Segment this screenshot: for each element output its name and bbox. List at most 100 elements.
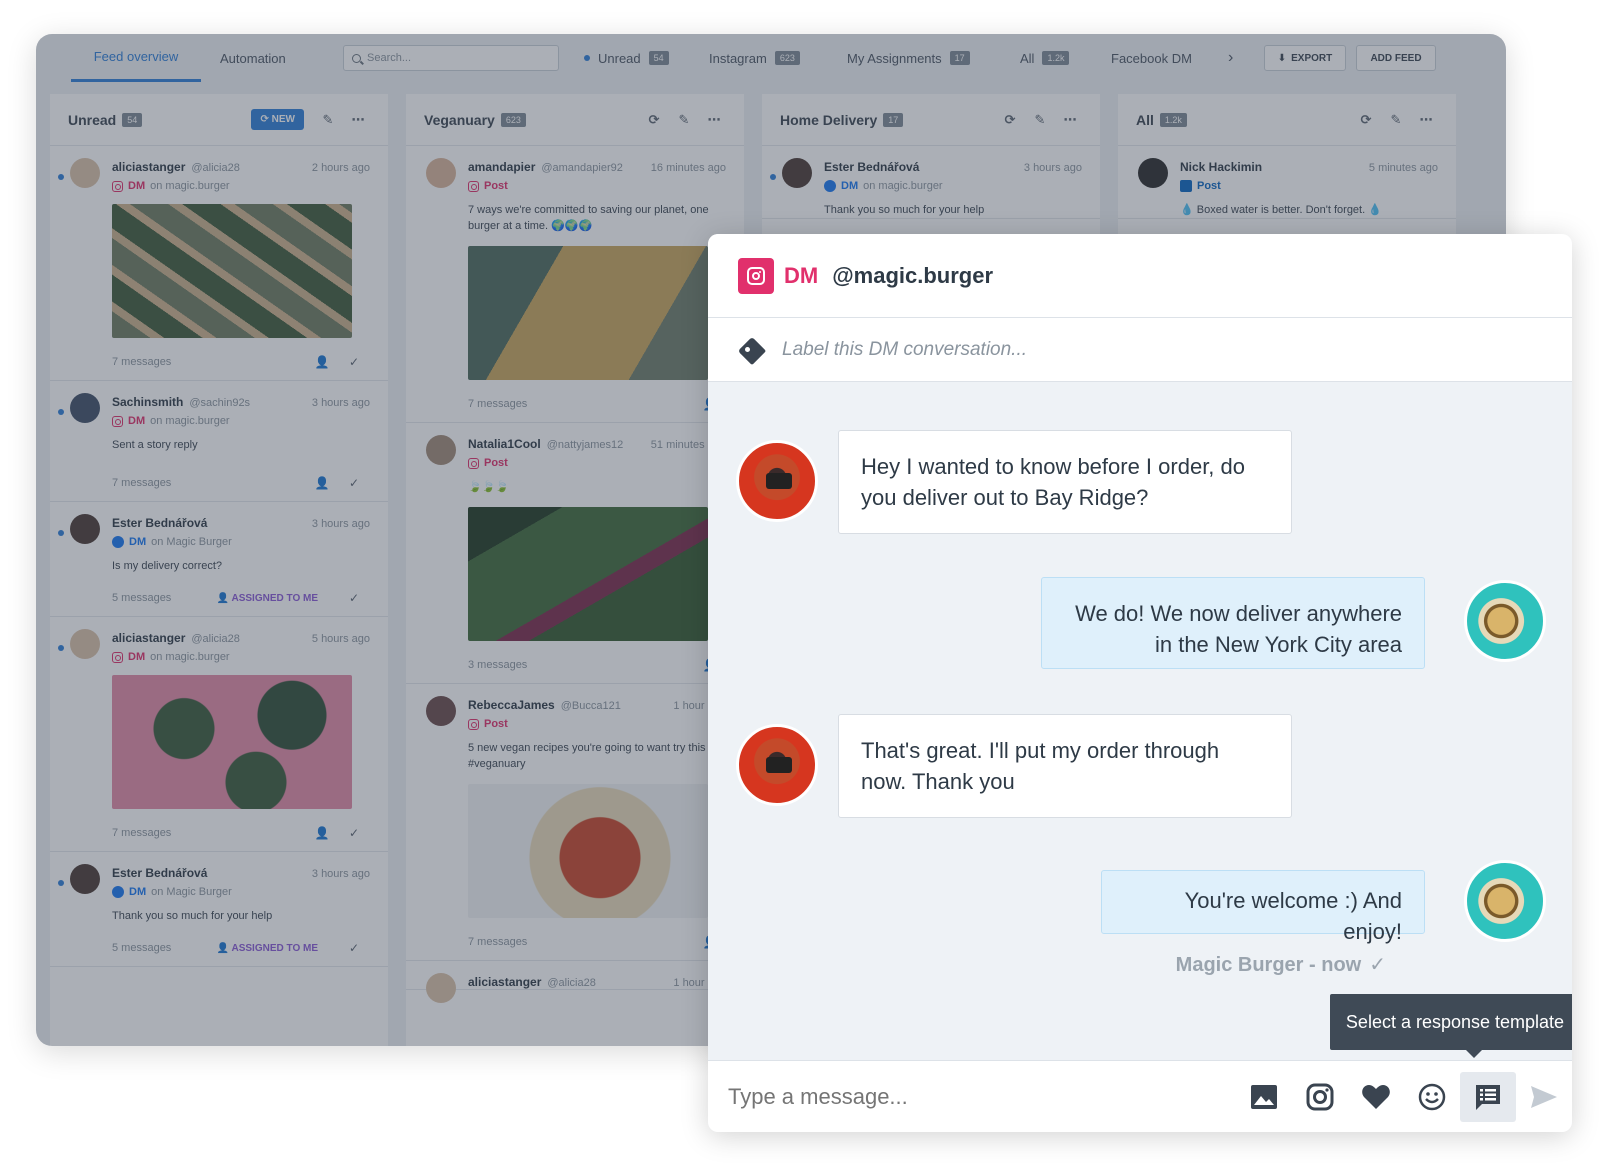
check-icon[interactable]: ✓ <box>338 941 370 955</box>
assign-user-icon[interactable]: 👤 <box>306 355 338 369</box>
author-handle: @Bucca121 <box>560 700 621 712</box>
dm-header: DM @magic.burger <box>708 234 1572 318</box>
export-button[interactable]: ⬇ EXPORT <box>1264 45 1346 71</box>
quick-tab-label: My Assignments <box>847 50 942 66</box>
feed-card[interactable]: Sachinsmith @sachin92s 3 hours ago DM on ma… <box>50 381 388 502</box>
avatar <box>426 696 456 726</box>
quick-tab-facebook-dm[interactable]: Facebook DM <box>1111 34 1192 82</box>
column-header: Veganuary 623 ⟳ ✎ ⋯ <box>406 94 744 146</box>
status-text: Magic Burger - now <box>1175 954 1362 976</box>
unread-dot-icon <box>58 880 64 886</box>
feed-card[interactable]: aliciastanger @alicia28 1 hour ago <box>406 961 744 1003</box>
linkedin-icon <box>1180 180 1192 192</box>
assign-user-icon[interactable]: 👤 <box>306 476 338 490</box>
check-icon: ✓ <box>1369 954 1386 976</box>
assigned-badge[interactable]: 👤 ASSIGNED TO ME <box>217 943 318 954</box>
response-template-button[interactable] <box>1460 1071 1516 1122</box>
unread-dot-icon <box>58 174 64 180</box>
label-conversation-input[interactable]: Label this DM conversation... <box>708 318 1572 382</box>
assigned-badge[interactable]: 👤 ASSIGNED TO ME <box>217 593 318 604</box>
facebook-icon <box>112 536 124 548</box>
refresh-icon[interactable]: ⟳ <box>1354 112 1378 128</box>
message-count: 7 messages <box>112 477 172 489</box>
export-label: EXPORT <box>1291 52 1333 64</box>
incoming-message: Hey I wanted to know before I order, do … <box>838 430 1292 534</box>
instagram-icon <box>112 415 123 427</box>
refresh-icon[interactable]: ⟳ <box>998 112 1022 128</box>
message-count: 5 messages <box>112 942 172 954</box>
more-tabs-arrow[interactable]: › <box>1228 34 1233 82</box>
template-icon <box>1476 1084 1500 1110</box>
edit-icon[interactable]: ✎ <box>1028 112 1052 128</box>
feed-card[interactable]: RebeccaJames @Bucca121 1 hour ago Post 5 n… <box>406 684 744 961</box>
check-icon[interactable]: ✓ <box>338 476 370 490</box>
feed-card[interactable]: Natalia1Cool @nattyjames12 51 minutes ago … <box>406 423 744 684</box>
check-icon[interactable]: ✓ <box>338 826 370 840</box>
feed-card[interactable]: aliciastanger @alicia28 5 hours ago DM on m… <box>50 617 388 852</box>
avatar <box>426 973 456 1003</box>
quick-tab-label: Facebook DM <box>1111 50 1192 66</box>
add-feed-button[interactable]: ADD FEED <box>1356 45 1436 71</box>
account-ref: on magic.burger <box>863 180 943 192</box>
customer-avatar <box>736 440 818 522</box>
column-header: Unread 54 ⟳ NEW ✎ ⋯ <box>50 94 388 146</box>
count-badge: 1.2k <box>1159 112 1187 127</box>
unread-dot-icon <box>58 645 64 651</box>
timestamp: 3 hours ago <box>1023 162 1082 174</box>
search-input[interactable]: Search... <box>343 45 559 71</box>
author-handle: @sachin92s <box>189 397 251 409</box>
tab-feed-overview[interactable]: Feed overview <box>71 34 201 82</box>
unread-dot-icon <box>58 409 64 415</box>
post-text: 💧 Boxed water is better. Don't forget. 💧 <box>1180 204 1382 216</box>
quick-tab-all[interactable]: All 1.2k <box>1020 34 1070 82</box>
post-image[interactable] <box>468 784 708 918</box>
quick-tab-unread[interactable]: Unread 54 <box>584 34 669 82</box>
tab-automation[interactable]: Automation <box>220 34 286 82</box>
edit-icon[interactable]: ✎ <box>672 112 696 128</box>
emoji-button[interactable] <box>1404 1072 1460 1122</box>
feed-card[interactable]: aliciastanger @alicia28 2 hours ago DM on m… <box>50 146 388 381</box>
feed-card[interactable]: Nick Hackimin 5 minutes ago Post 💧 Boxed … <box>1118 146 1456 219</box>
outgoing-message: You're welcome :) And enjoy! <box>1101 870 1425 944</box>
message-input[interactable] <box>728 1083 1236 1110</box>
edit-icon[interactable]: ✎ <box>1384 112 1408 128</box>
count-badge: 1.2k <box>1042 51 1070 65</box>
column-title: Veganuary <box>424 111 495 128</box>
send-button[interactable] <box>1516 1072 1572 1122</box>
attach-image-button[interactable] <box>1236 1072 1292 1122</box>
feed-card[interactable]: Ester Bednářová 3 hours ago DM on Magic Bu… <box>50 502 388 617</box>
search-icon <box>352 53 361 63</box>
check-icon[interactable]: ✓ <box>338 355 370 369</box>
message-text: That's great. I'll put my order through … <box>861 738 1220 794</box>
refresh-icon[interactable]: ⟳ <box>642 112 666 128</box>
more-icon[interactable]: ⋯ <box>1414 112 1438 128</box>
author-name: aliciastanger <box>468 975 542 989</box>
feed-card[interactable]: Ester Bednářová 3 hours ago DM on magic.bu… <box>762 146 1100 219</box>
edit-icon[interactable]: ✎ <box>316 112 340 128</box>
feed-card[interactable]: Ester Bednářová 3 hours ago DM on Magic Bu… <box>50 852 388 967</box>
customer-avatar <box>736 724 818 806</box>
check-icon[interactable]: ✓ <box>338 591 370 605</box>
new-button[interactable]: ⟳ NEW <box>251 109 304 130</box>
facebook-icon <box>112 886 124 898</box>
assign-user-icon[interactable]: 👤 <box>306 826 338 840</box>
more-icon[interactable]: ⋯ <box>702 112 726 128</box>
post-image[interactable] <box>112 675 352 809</box>
more-icon[interactable]: ⋯ <box>1058 112 1082 128</box>
post-text: 7 ways we're committed to saving our pla… <box>468 204 709 232</box>
feed-card[interactable]: amandapier @amandapier92 16 minutes ago Po… <box>406 146 744 423</box>
post-image[interactable] <box>112 204 352 338</box>
quick-tab-instagram[interactable]: Instagram 623 <box>709 34 800 82</box>
more-icon[interactable]: ⋯ <box>346 112 370 128</box>
avatar <box>426 158 456 188</box>
like-button[interactable] <box>1348 1072 1404 1122</box>
instagram-media-button[interactable] <box>1292 1072 1348 1122</box>
quick-tab-my-assignments[interactable]: My Assignments 17 <box>847 34 970 82</box>
post-image[interactable] <box>468 246 708 380</box>
avatar <box>70 629 100 659</box>
count-badge: 17 <box>949 51 970 65</box>
message-status: Magic Burger - now ✓ <box>1176 952 1386 977</box>
post-image[interactable] <box>468 507 708 641</box>
author-name: aliciastanger <box>112 631 186 645</box>
author-handle: @alicia28 <box>191 633 240 645</box>
